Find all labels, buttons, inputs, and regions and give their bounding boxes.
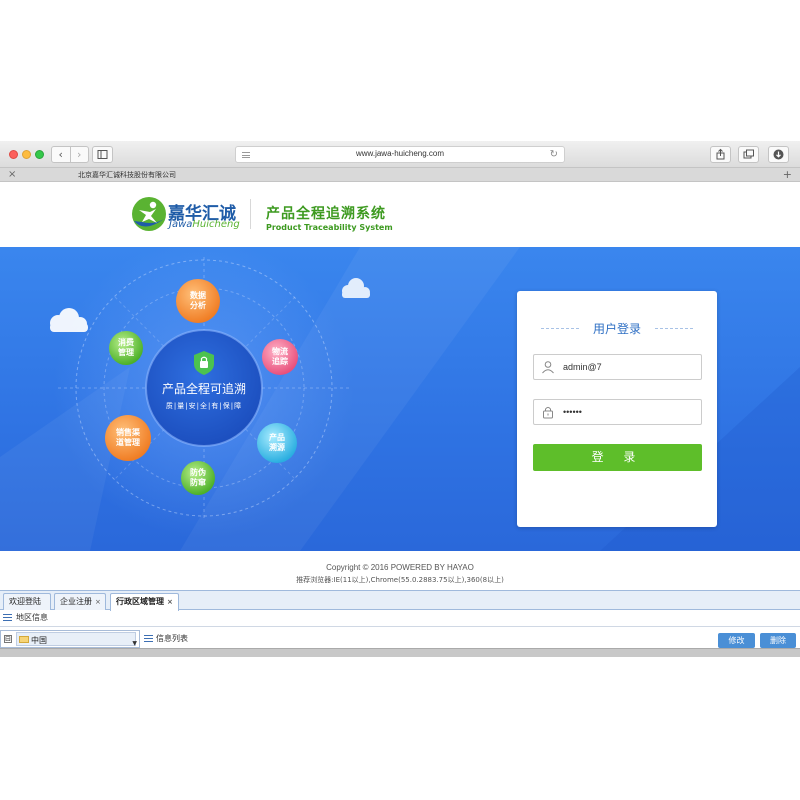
tab-label: 企业注册	[60, 597, 92, 606]
region-panel-header: 地区信息	[0, 611, 800, 625]
download-icon	[773, 149, 784, 160]
login-button[interactable]: 登 录	[533, 444, 702, 471]
region-panel-title: 地区信息	[16, 613, 48, 622]
bubble-sales-channel-label: 销售渠 道管理	[105, 415, 151, 461]
reload-icon[interactable]: ↻	[550, 148, 558, 162]
bubble-line: 分析	[190, 301, 206, 310]
bubble-line: 防窜	[190, 478, 206, 487]
brand-name-en: JawaHuicheng	[169, 219, 240, 230]
password-value: ••••••	[563, 407, 582, 417]
bubble-anti-fake-label: 防伪 防窜	[181, 461, 215, 495]
bubble-line: 追踪	[272, 357, 288, 366]
forward-icon[interactable]: ›	[69, 147, 89, 162]
edit-button[interactable]: 修改	[718, 633, 755, 648]
share-button[interactable]	[710, 146, 731, 163]
tab-company-register[interactable]: 企业注册 ×	[54, 593, 106, 610]
center-title: 产品全程可追溯	[161, 382, 246, 396]
tab-region-management[interactable]: 行政区域管理 ×	[110, 593, 179, 611]
title-divider-right	[655, 328, 693, 329]
delete-button[interactable]: 删除	[760, 633, 796, 648]
company-logo-icon	[132, 197, 166, 231]
address-bar[interactable]: www.jawa-huicheng.com ↻	[235, 146, 565, 163]
close-tab-icon[interactable]: ×	[167, 598, 173, 606]
share-icon	[716, 148, 725, 160]
copyright-text: Copyright © 2016 POWERED BY HAYAO	[326, 563, 474, 572]
window-bottom-bar	[0, 648, 800, 657]
tree-node-china[interactable]: 中国	[16, 632, 136, 646]
center-subtitle: 质|量|安|全|有|保|障	[165, 402, 243, 410]
new-tab-icon[interactable]: +	[783, 168, 792, 181]
bubble-line: 产品	[269, 433, 285, 442]
minimize-window-button[interactable]	[22, 150, 31, 159]
tab-label: 行政区域管理	[116, 597, 164, 606]
bubble-origin-label: 产品 溯源	[257, 423, 297, 463]
system-title-cn: 产品全程追溯系统	[266, 206, 386, 222]
bubble-logistics-label: 物流 追踪	[262, 339, 298, 375]
bubble-line: 道管理	[116, 438, 140, 447]
brand-name-en-b: Huicheng	[192, 219, 240, 230]
password-field[interactable]: ••••••	[533, 399, 702, 425]
site-header: 嘉华汇诚 JawaHuicheng 产品全程追溯系统 Product Trace…	[0, 183, 800, 247]
user-icon	[542, 361, 554, 374]
downloads-button[interactable]	[768, 146, 789, 163]
username-field[interactable]: admin@7	[533, 354, 702, 380]
lock-icon	[543, 406, 553, 419]
browser-tab-bar: × 北京嘉华汇诚科技股份有限公司 +	[0, 168, 800, 182]
bubble-consumption-label: 消费 管理	[109, 331, 143, 365]
admin-tab-strip: 欢迎登陆 企业注册 × 行政区域管理 ×	[0, 590, 800, 611]
menu-icon	[3, 614, 12, 621]
browser-tab-title[interactable]: 北京嘉华汇诚科技股份有限公司	[78, 169, 176, 181]
close-tab-icon[interactable]: ×	[8, 168, 16, 181]
bubble-line: 防伪	[190, 468, 206, 477]
zoom-window-button[interactable]	[35, 150, 44, 159]
bubble-line: 管理	[118, 348, 134, 357]
bubble-line: 溯源	[269, 443, 285, 452]
tabs-overview-button[interactable]	[738, 146, 759, 163]
bubble-line: 销售渠	[116, 428, 140, 437]
bubble-line: 消费	[118, 338, 134, 347]
brand-name-en-a: Jawa	[169, 219, 193, 230]
back-icon[interactable]: ‹	[52, 147, 70, 162]
bubble-line: 物流	[272, 347, 288, 356]
close-tab-icon[interactable]: ×	[95, 598, 101, 606]
chevron-down-icon[interactable]: ▼	[132, 640, 137, 647]
history-nav: ‹ ›	[51, 146, 89, 163]
list-panel-title: 信息列表	[156, 634, 188, 643]
close-window-button[interactable]	[9, 150, 18, 159]
tree-node-label: 中国	[31, 636, 47, 645]
screenshot-stage: ‹ › www.jawa-huicheng.com ↻ × 北京嘉华汇诚科技股份…	[0, 0, 800, 800]
sidebar-button[interactable]	[92, 146, 113, 163]
tabs-icon	[743, 149, 754, 159]
list-menu-icon	[144, 635, 153, 642]
url-text: www.jawa-huicheng.com	[355, 149, 445, 158]
bubble-data-analysis-label: 数据 分析	[176, 279, 220, 323]
login-card: 用户登录 admin@7 •••••• 登 录	[517, 291, 717, 527]
region-tree-combo[interactable]: ⊟ 中国 ▼	[0, 630, 140, 648]
folder-icon	[19, 636, 29, 643]
sidebar-icon	[97, 150, 108, 159]
browser-recommendation: 推荐浏览器:IE(11以上),Chrome(55.0.2883.75以上),36…	[296, 576, 504, 584]
header-divider	[250, 199, 251, 229]
username-value: admin@7	[563, 362, 602, 372]
bubble-line: 数据	[190, 291, 206, 300]
browser-toolbar: ‹ › www.jawa-huicheng.com ↻	[0, 141, 800, 168]
tab-label: 欢迎登陆	[9, 597, 41, 606]
collapse-icon[interactable]: ⊟	[4, 635, 12, 643]
system-title-en: Product Traceability System	[266, 223, 393, 232]
panel-divider	[0, 626, 800, 627]
tab-welcome[interactable]: 欢迎登陆	[3, 593, 51, 610]
